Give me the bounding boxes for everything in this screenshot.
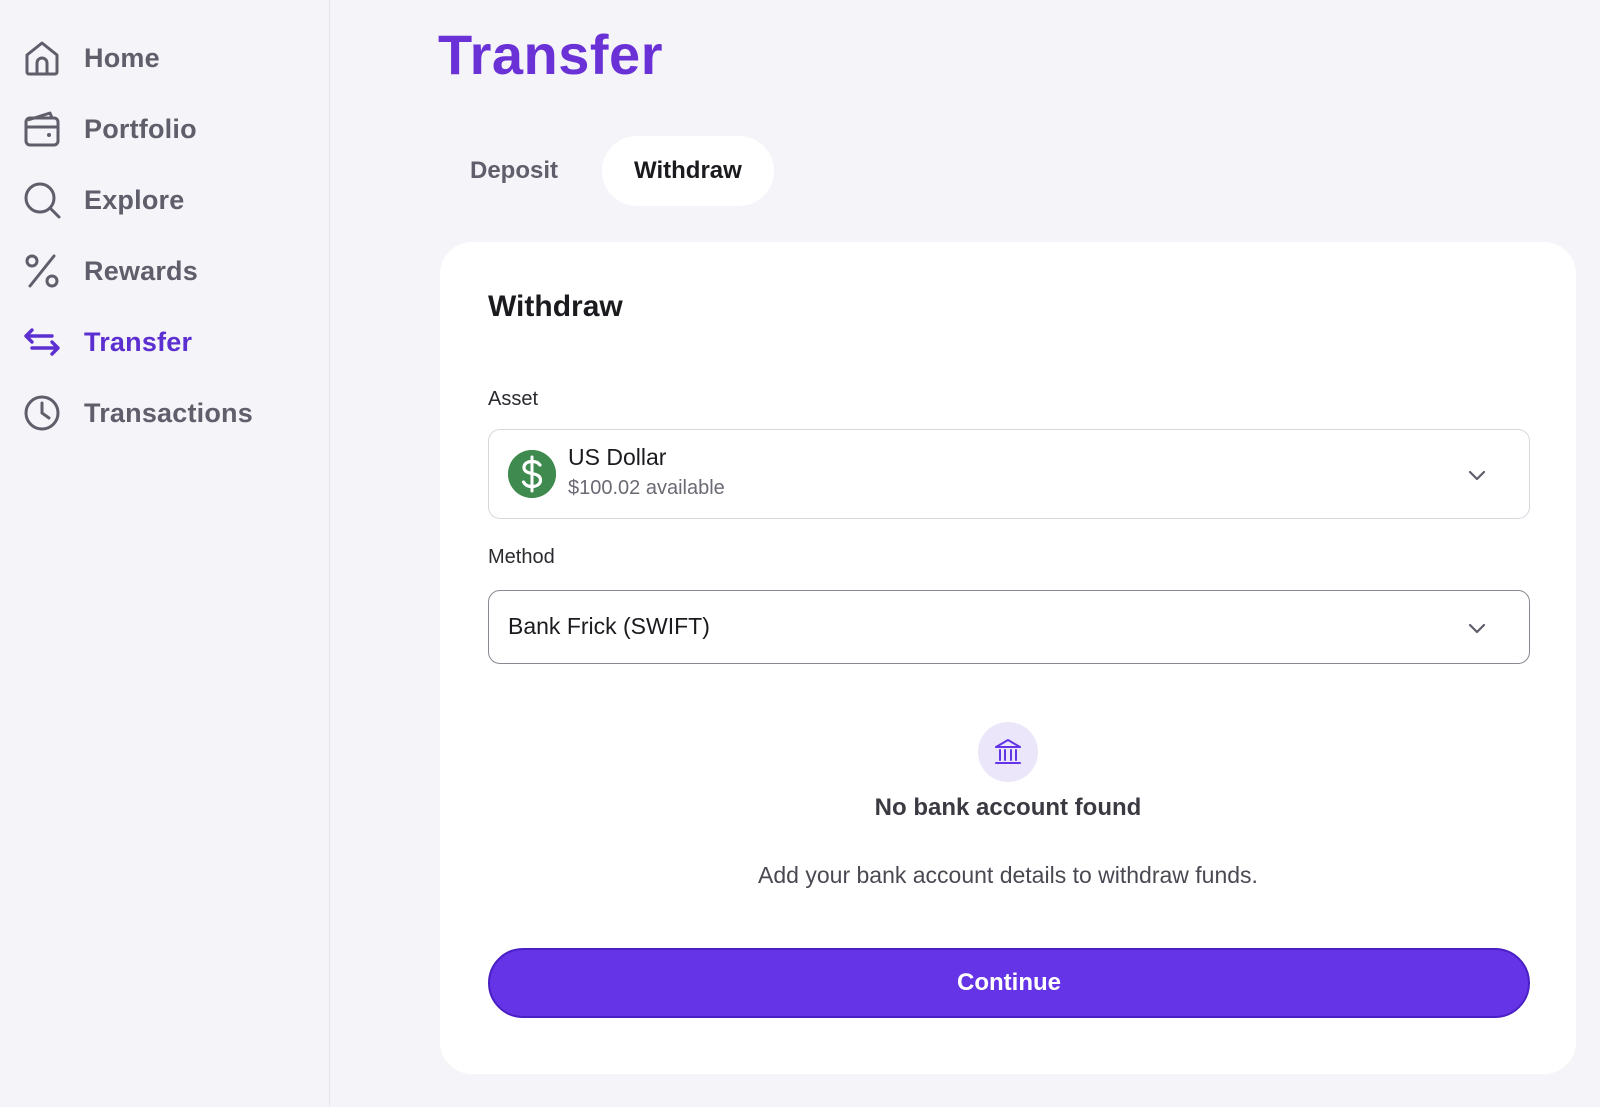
sidebar-item-home[interactable]: Home (22, 33, 312, 83)
page-title: Transfer (438, 23, 663, 86)
chevron-down-icon (1465, 463, 1489, 487)
sidebar-item-label: Explore (84, 184, 185, 215)
sidebar-item-label: Transfer (84, 326, 193, 357)
sidebar-item-rewards[interactable]: Rewards (22, 246, 312, 296)
bank-icon (978, 722, 1038, 782)
sidebar-item-label: Rewards (84, 255, 198, 286)
asset-name: US Dollar (568, 444, 667, 470)
empty-state-description: Add your bank account details to withdra… (758, 862, 1258, 888)
transfer-tabs: Deposit Withdraw (438, 136, 774, 206)
search-icon (22, 180, 62, 220)
continue-button[interactable]: Continue (488, 948, 1530, 1018)
method-value: Bank Frick (SWIFT) (508, 613, 710, 639)
wallet-icon (22, 109, 62, 149)
percent-icon (22, 251, 62, 291)
chevron-down-icon (1465, 616, 1489, 640)
home-icon (22, 38, 62, 78)
asset-label: Asset (488, 388, 539, 410)
clock-icon (22, 393, 62, 433)
tab-deposit[interactable]: Deposit (438, 136, 590, 206)
card-title: Withdraw (488, 290, 623, 323)
method-label: Method (488, 546, 555, 568)
sidebar-item-label: Transactions (84, 397, 253, 428)
sidebar-item-transfer[interactable]: Transfer (22, 317, 312, 367)
sidebar-item-explore[interactable]: Explore (22, 175, 312, 225)
withdraw-card: Withdraw Asset US Dollar $100.02 availab… (440, 242, 1576, 1074)
tab-withdraw[interactable]: Withdraw (602, 136, 774, 206)
sidebar-item-label: Home (84, 42, 160, 73)
dollar-icon (508, 450, 556, 498)
sidebar-item-label: Portfolio (84, 113, 197, 144)
asset-select[interactable]: US Dollar $100.02 available (488, 429, 1530, 519)
transfer-arrows-icon (22, 322, 62, 362)
asset-available-balance: $100.02 available (568, 477, 725, 499)
sidebar-item-portfolio[interactable]: Portfolio (22, 104, 312, 154)
method-select[interactable]: Bank Frick (SWIFT) (488, 590, 1530, 664)
sidebar: Home Portfolio Explore Rewards Transfer … (0, 0, 330, 1107)
empty-state-title: No bank account found (874, 794, 1142, 821)
sidebar-item-transactions[interactable]: Transactions (22, 388, 312, 438)
